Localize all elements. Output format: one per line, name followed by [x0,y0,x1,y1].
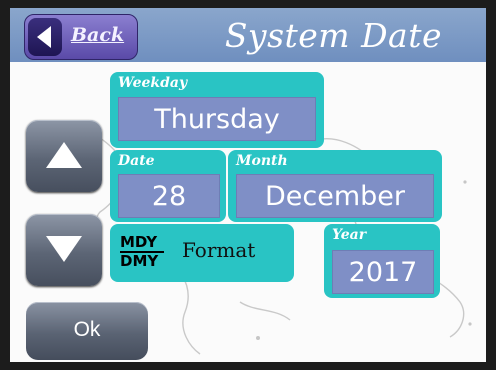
date-format-icon: MDY DMY [120,234,170,270]
screen-bezel-top [0,0,496,8]
back-button[interactable]: Back [24,14,138,60]
year-panel[interactable]: Year 2017 [324,224,440,298]
format-label: Format [182,238,256,262]
page-title: System Date [224,16,442,55]
format-icon-dmy: DMY [120,252,159,270]
decrement-down-button[interactable] [26,214,102,286]
down-arrow-icon [46,236,82,262]
back-button-label: Back [71,24,125,46]
month-value: December [236,174,434,218]
date-panel[interactable]: Date 28 [110,150,226,222]
month-panel[interactable]: Month December [228,150,442,222]
date-label: Date [118,153,155,169]
format-toggle-button[interactable]: MDY DMY Format [110,224,294,282]
weekday-panel[interactable]: Weekday Thursday [110,72,324,148]
increment-up-button[interactable] [26,120,102,192]
screen-bezel-right [486,0,496,370]
back-arrow-icon [28,18,62,56]
ok-button[interactable]: Ok [26,302,148,360]
screen-bezel-left [0,0,10,370]
up-arrow-icon [46,142,82,168]
ok-button-label: Ok [73,318,101,341]
screen-bezel-bottom [0,362,496,370]
weekday-value: Thursday [118,97,316,141]
format-icon-mdy: MDY [120,234,164,253]
system-date-screen: System Date Back Weekday Thursday Date 2… [0,0,496,370]
month-label: Month [236,153,288,169]
date-value: 28 [118,174,220,218]
year-label: Year [332,227,367,243]
year-value: 2017 [332,250,434,294]
weekday-label: Weekday [118,75,188,91]
